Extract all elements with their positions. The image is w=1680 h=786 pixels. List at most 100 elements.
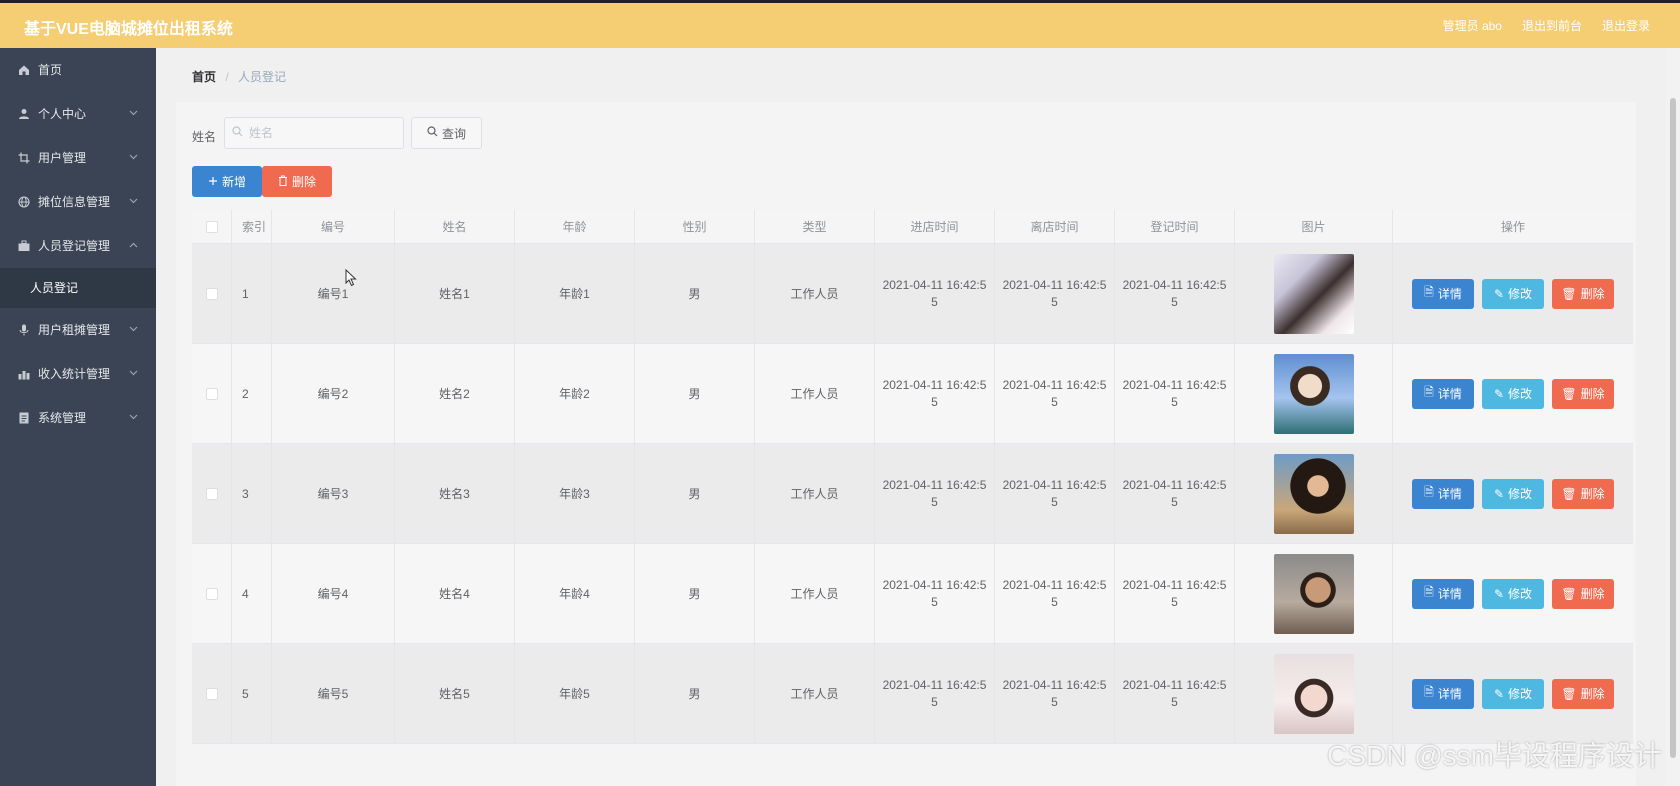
app-title: 基于VUE电脑城摊位出租系统 (24, 21, 233, 38)
cell-index: 3 (232, 444, 272, 543)
detail-button[interactable]: 🗎 详情 (1412, 478, 1474, 509)
detail-button[interactable]: 🗎 详情 (1412, 378, 1474, 409)
batch-delete-button[interactable]: 删除 (262, 166, 332, 197)
table-row: 4 编号4 姓名4 年龄4 男 工作人员 2021-04-11 16:42:55… (192, 544, 1633, 644)
check-in-time: 2021-04-11 16:42:55 (882, 477, 987, 509)
delete-button[interactable]: 🗑 删除 (1552, 678, 1614, 709)
sidebar-item-system-management[interactable]: 系统管理 (0, 396, 156, 440)
sidebar-item-user-management[interactable]: 用户管理 (0, 136, 156, 180)
row-select[interactable] (192, 344, 232, 443)
delete-button[interactable]: 🗑 删除 (1552, 578, 1614, 609)
sidebar-item-income-statistics[interactable]: 收入统计管理 (0, 352, 156, 396)
row-checkbox[interactable] (205, 487, 218, 500)
sidebar-subitem-staff-registration[interactable]: 人员登记 (0, 268, 156, 308)
cell-sex: 男 (635, 344, 755, 443)
check-out-time: 2021-04-11 16:42:55 (1002, 377, 1107, 409)
cell-actions: 🗎 详情 ✎ 修改 🗑 删除 (1393, 344, 1633, 443)
cell-sex: 男 (635, 244, 755, 343)
cell-type: 工作人员 (755, 544, 875, 643)
header-sex: 性别 (635, 210, 755, 243)
chevron-down-icon (129, 92, 138, 136)
row-checkbox[interactable] (205, 387, 218, 400)
delete-button[interactable]: 🗑 删除 (1552, 278, 1614, 309)
row-select[interactable] (192, 244, 232, 343)
check-out-time: 2021-04-11 16:42:55 (1002, 277, 1107, 309)
person-photo (1273, 453, 1354, 534)
edit-button[interactable]: ✎ 修改 (1482, 478, 1544, 509)
table-row: 5 编号5 姓名5 年龄5 男 工作人员 2021-04-11 16:42:55… (192, 644, 1633, 744)
chevron-down-icon (129, 308, 138, 352)
edit-button[interactable]: ✎ 修改 (1482, 378, 1544, 409)
sidebar-item-home[interactable]: 首页 (0, 48, 156, 92)
cell-check-out: 2021-04-11 16:42:55 (995, 344, 1115, 443)
cell-age: 年龄2 (515, 344, 635, 443)
edit-button[interactable]: ✎ 修改 (1482, 278, 1544, 309)
check-out-time: 2021-04-11 16:42:55 (1002, 577, 1107, 609)
cell-picture (1235, 544, 1393, 643)
cell-register: 2021-04-11 16:42:55 (1115, 244, 1235, 343)
cell-actions: 🗎 详情 ✎ 修改 🗑 删除 (1393, 644, 1633, 743)
header-select-all[interactable] (192, 210, 232, 243)
check-out-time: 2021-04-11 16:42:55 (1002, 677, 1107, 709)
row-select[interactable] (192, 644, 232, 743)
staff-table: 索引 编号 姓名 年龄 性别 类型 进店时间 离店时间 登记时间 图片 操作 1… (192, 210, 1633, 744)
check-out-time: 2021-04-11 16:42:55 (1002, 477, 1107, 509)
row-checkbox[interactable] (205, 587, 218, 600)
detail-button[interactable]: 🗎 详情 (1412, 278, 1474, 309)
query-button[interactable]: 查询 (411, 117, 482, 149)
cell-register: 2021-04-11 16:42:55 (1115, 344, 1235, 443)
edit-button[interactable]: ✎ 修改 (1482, 578, 1544, 609)
sidebar-item-label: 首页 (38, 63, 63, 77)
sidebar-item-stall-info[interactable]: 摊位信息管理 (0, 180, 156, 224)
cell-code: 编号3 (272, 444, 395, 543)
cell-picture (1235, 444, 1393, 543)
top-bar: 基于VUE电脑城摊位出租系统 管理员 abo 退出到前台 退出登录 (0, 0, 1680, 48)
delete-button[interactable]: 🗑 删除 (1552, 378, 1614, 409)
page-scrollbar[interactable] (1666, 48, 1680, 786)
header-picture: 图片 (1235, 210, 1393, 243)
crop-icon (18, 152, 30, 164)
sidebar-item-personal-center[interactable]: 个人中心 (0, 92, 156, 136)
back-to-front-link[interactable]: 退出到前台 (1522, 17, 1582, 34)
cell-register: 2021-04-11 16:42:55 (1115, 444, 1235, 543)
delete-label: 删除 (1580, 387, 1605, 401)
select-all-checkbox[interactable] (205, 220, 218, 233)
cell-sex: 男 (635, 444, 755, 543)
delete-button[interactable]: 🗑 删除 (1552, 478, 1614, 509)
detail-label: 详情 (1437, 687, 1462, 701)
cell-actions: 🗎 详情 ✎ 修改 🗑 删除 (1393, 244, 1633, 343)
cell-age: 年龄1 (515, 244, 635, 343)
delete-label: 删除 (1580, 587, 1605, 601)
person-photo (1273, 353, 1354, 434)
scrollbar-thumb[interactable] (1670, 98, 1676, 758)
logout-link[interactable]: 退出登录 (1602, 17, 1650, 34)
breadcrumb-home[interactable]: 首页 (192, 70, 216, 84)
document-icon: 🗎 (1424, 285, 1434, 299)
add-button[interactable]: 新增 (192, 166, 262, 197)
pencil-icon: ✎ (1493, 486, 1505, 501)
edit-button[interactable]: ✎ 修改 (1482, 678, 1544, 709)
row-checkbox[interactable] (205, 287, 218, 300)
row-select[interactable] (192, 444, 232, 543)
cell-name: 姓名2 (395, 344, 515, 443)
edit-label: 修改 (1508, 387, 1533, 401)
sidebar-item-user-rental-management[interactable]: 用户租摊管理 (0, 308, 156, 352)
register-time: 2021-04-11 16:42:55 (1122, 377, 1227, 409)
detail-button[interactable]: 🗎 详情 (1412, 678, 1474, 709)
pencil-icon: ✎ (1493, 286, 1505, 301)
sidebar-item-label: 个人中心 (38, 107, 87, 121)
sidebar-item-label: 人员登记管理 (38, 239, 111, 253)
cell-age: 年龄4 (515, 544, 635, 643)
detail-button[interactable]: 🗎 详情 (1412, 578, 1474, 609)
row-select[interactable] (192, 544, 232, 643)
trash-icon: 🗑 (1561, 686, 1577, 701)
row-checkbox[interactable] (205, 687, 218, 700)
cell-check-out: 2021-04-11 16:42:55 (995, 544, 1115, 643)
cell-picture (1235, 344, 1393, 443)
edit-label: 修改 (1508, 587, 1533, 601)
search-input[interactable] (224, 117, 404, 149)
search-label: 姓名 (192, 130, 217, 144)
sidebar-item-staff-registration-management[interactable]: 人员登记管理 (0, 224, 156, 268)
content-card: 姓名 查询 新增 删除 索引 编号 (176, 102, 1636, 786)
chevron-down-icon (129, 180, 138, 224)
